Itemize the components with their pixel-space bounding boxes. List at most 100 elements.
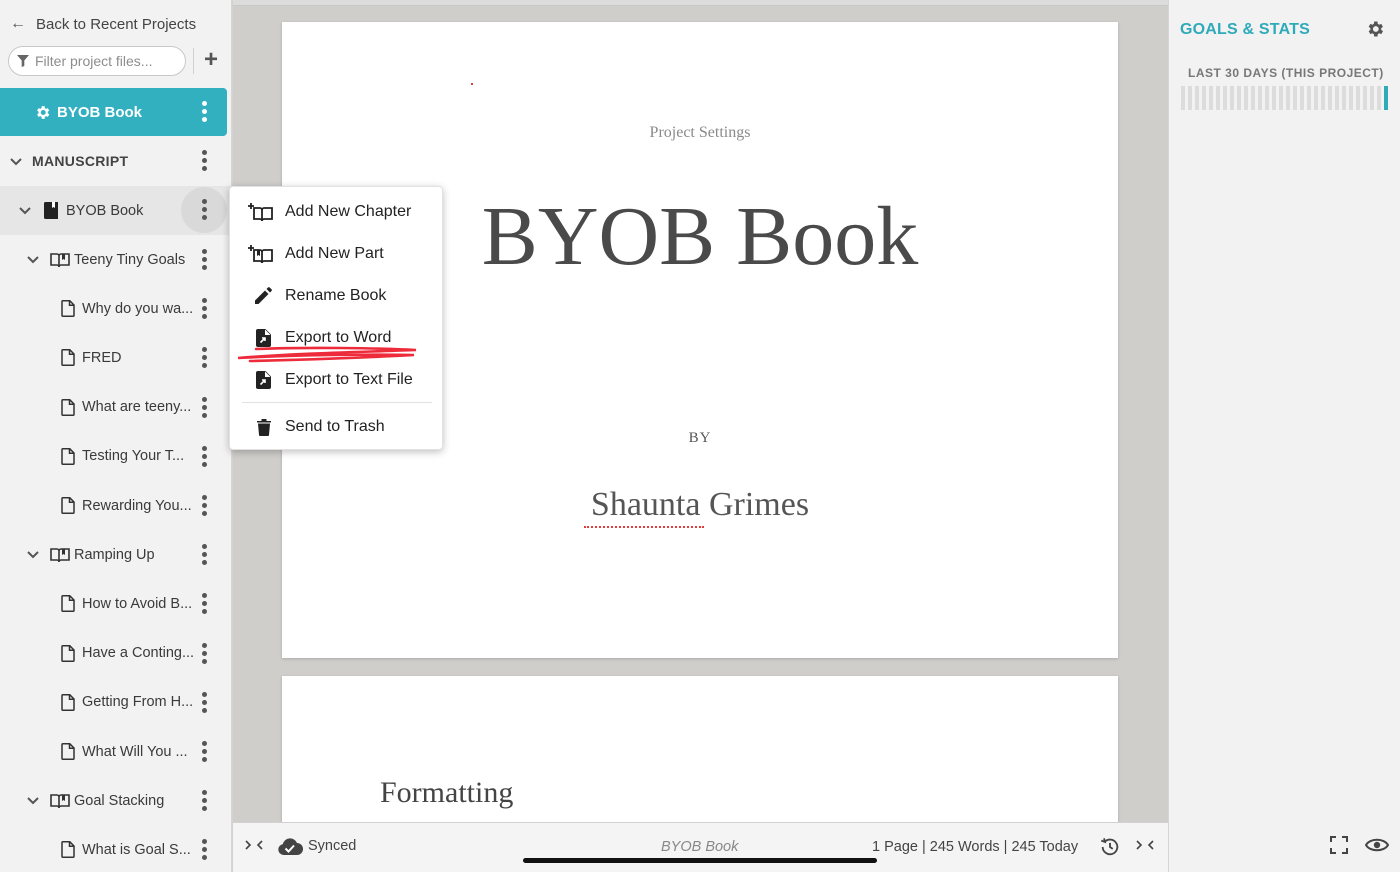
- item-more-icon[interactable]: [200, 445, 208, 467]
- add-chapter-icon: [248, 202, 274, 222]
- chevron-down-icon: [27, 547, 39, 563]
- chevron-down-icon: [10, 153, 22, 169]
- day-bar: [1272, 86, 1276, 110]
- book-label: BYOB Book: [66, 202, 144, 219]
- day-bar: [1314, 86, 1318, 110]
- item-more-icon[interactable]: [200, 741, 208, 762]
- divider: [193, 48, 194, 74]
- author-name: Shaunta Grimes: [590, 486, 810, 523]
- sidebar-chapter-item[interactable]: What is Goal S...: [0, 825, 231, 872]
- menu-send-to-trash[interactable]: Send to Trash: [230, 409, 442, 445]
- item-label: Why do you wa...: [82, 300, 194, 317]
- book-context-menu: Add New Chapter Add New Part Rename Book…: [229, 186, 443, 450]
- back-label: Back to Recent Projects: [36, 15, 197, 33]
- sidebar-chapter-item[interactable]: Rewarding You...: [0, 481, 231, 530]
- item-more-icon[interactable]: [200, 593, 208, 615]
- gear-icon: [34, 104, 51, 121]
- item-more-icon[interactable]: [200, 249, 208, 270]
- menu-divider: [242, 402, 432, 403]
- export-file-icon: [256, 371, 271, 389]
- day-bar: [1202, 86, 1206, 110]
- gear-icon[interactable]: [1365, 19, 1385, 44]
- day-bar: [1384, 86, 1388, 110]
- section-label: MANUSCRIPT: [32, 153, 129, 169]
- chevron-down-icon: [27, 793, 39, 809]
- filter-input[interactable]: [35, 53, 175, 69]
- sidebar-chapter-item[interactable]: How to Avoid B...: [0, 579, 231, 628]
- item-more-icon[interactable]: [200, 495, 208, 516]
- sidebar-part-item[interactable]: Teeny Tiny Goals: [0, 235, 231, 284]
- day-bar: [1342, 86, 1346, 110]
- goals-stats-panel: GOALS & STATS LAST 30 DAYS (THIS PROJECT…: [1168, 0, 1400, 872]
- book-row[interactable]: BYOB Book: [0, 186, 231, 235]
- sidebar-chapter-item[interactable]: Have a Conting...: [0, 629, 231, 678]
- day-bar: [1244, 86, 1248, 110]
- project-sidebar: ← Back to Recent Projects + BYOB Book MA…: [0, 0, 232, 872]
- item-label: How to Avoid B...: [82, 595, 193, 612]
- collapse-left-icon[interactable]: [245, 839, 263, 851]
- project-settings-header: Project Settings: [649, 124, 751, 141]
- day-bar: [1370, 86, 1374, 110]
- manuscript-more-icon[interactable]: [200, 150, 208, 171]
- export-file-icon: [256, 329, 271, 347]
- sync-label: Synced: [308, 838, 357, 854]
- item-more-icon[interactable]: [200, 347, 208, 369]
- sidebar-chapter-item[interactable]: What Will You ...: [0, 727, 231, 776]
- sidebar-part-item[interactable]: Goal Stacking: [0, 776, 231, 825]
- document-icon: [61, 841, 75, 859]
- spellcheck-underline: [584, 525, 704, 528]
- red-scribble-annotation: [237, 346, 417, 363]
- eye-icon[interactable]: [1364, 837, 1390, 858]
- day-bar: [1237, 86, 1241, 110]
- collapse-right-icon[interactable]: [1136, 839, 1154, 851]
- part-book-icon: [50, 547, 70, 563]
- sync-status: Synced: [277, 836, 356, 856]
- sidebar-chapter-item[interactable]: What are teeny...: [0, 383, 231, 432]
- filter-icon: [17, 55, 29, 67]
- sidebar-chapter-item[interactable]: Why do you wa...: [0, 284, 231, 333]
- panel-title: GOALS & STATS: [1180, 21, 1311, 38]
- item-more-icon[interactable]: [200, 839, 208, 861]
- project-settings-item[interactable]: BYOB Book: [0, 88, 227, 136]
- history-icon[interactable]: [1099, 836, 1121, 858]
- fullscreen-icon[interactable]: [1330, 836, 1348, 859]
- day-bar: [1363, 86, 1367, 110]
- day-bar: [1258, 86, 1262, 110]
- status-bar: Synced BYOB Book 1 Page | 245 Words | 24…: [233, 822, 1168, 872]
- pencil-icon: [254, 287, 272, 305]
- part-book-icon: [50, 252, 70, 268]
- item-label: Ramping Up: [74, 546, 155, 563]
- menu-rename-book[interactable]: Rename Book: [230, 278, 442, 314]
- part-book-icon: [50, 793, 70, 809]
- day-bar: [1181, 86, 1185, 110]
- item-more-icon[interactable]: [200, 790, 208, 812]
- item-label: FRED: [82, 349, 122, 366]
- add-file-button[interactable]: +: [200, 48, 222, 74]
- back-to-projects-link[interactable]: ← Back to Recent Projects: [10, 14, 196, 34]
- manuscript-section-header[interactable]: MANUSCRIPT: [0, 146, 231, 176]
- sidebar-part-item[interactable]: Ramping Up: [0, 530, 231, 579]
- menu-add-new-part[interactable]: Add New Part: [230, 236, 442, 272]
- document-icon: [61, 644, 75, 662]
- day-bar: [1349, 86, 1353, 110]
- trash-icon: [257, 418, 271, 436]
- item-more-icon[interactable]: [200, 298, 208, 320]
- sidebar-chapter-item[interactable]: FRED: [0, 333, 231, 382]
- item-more-icon[interactable]: [200, 544, 208, 566]
- sidebar-chapter-item[interactable]: Testing Your T...: [0, 432, 231, 481]
- top-bar: [233, 0, 1168, 6]
- project-more-icon[interactable]: [200, 101, 208, 122]
- item-more-icon[interactable]: [200, 691, 208, 713]
- item-label: Teeny Tiny Goals: [74, 251, 186, 268]
- day-bar: [1188, 86, 1192, 110]
- item-label: What Will You ...: [82, 743, 188, 760]
- day-bar: [1209, 86, 1213, 110]
- document-name: BYOB Book: [661, 839, 739, 855]
- menu-export-to-text-file[interactable]: Export to Text File: [230, 362, 442, 398]
- item-more-icon[interactable]: [200, 642, 208, 664]
- day-bar: [1279, 86, 1283, 110]
- menu-add-new-chapter[interactable]: Add New Chapter: [230, 194, 442, 230]
- filter-box[interactable]: [8, 46, 186, 76]
- item-more-icon[interactable]: [200, 396, 208, 418]
- sidebar-chapter-item[interactable]: Getting From H...: [0, 678, 231, 727]
